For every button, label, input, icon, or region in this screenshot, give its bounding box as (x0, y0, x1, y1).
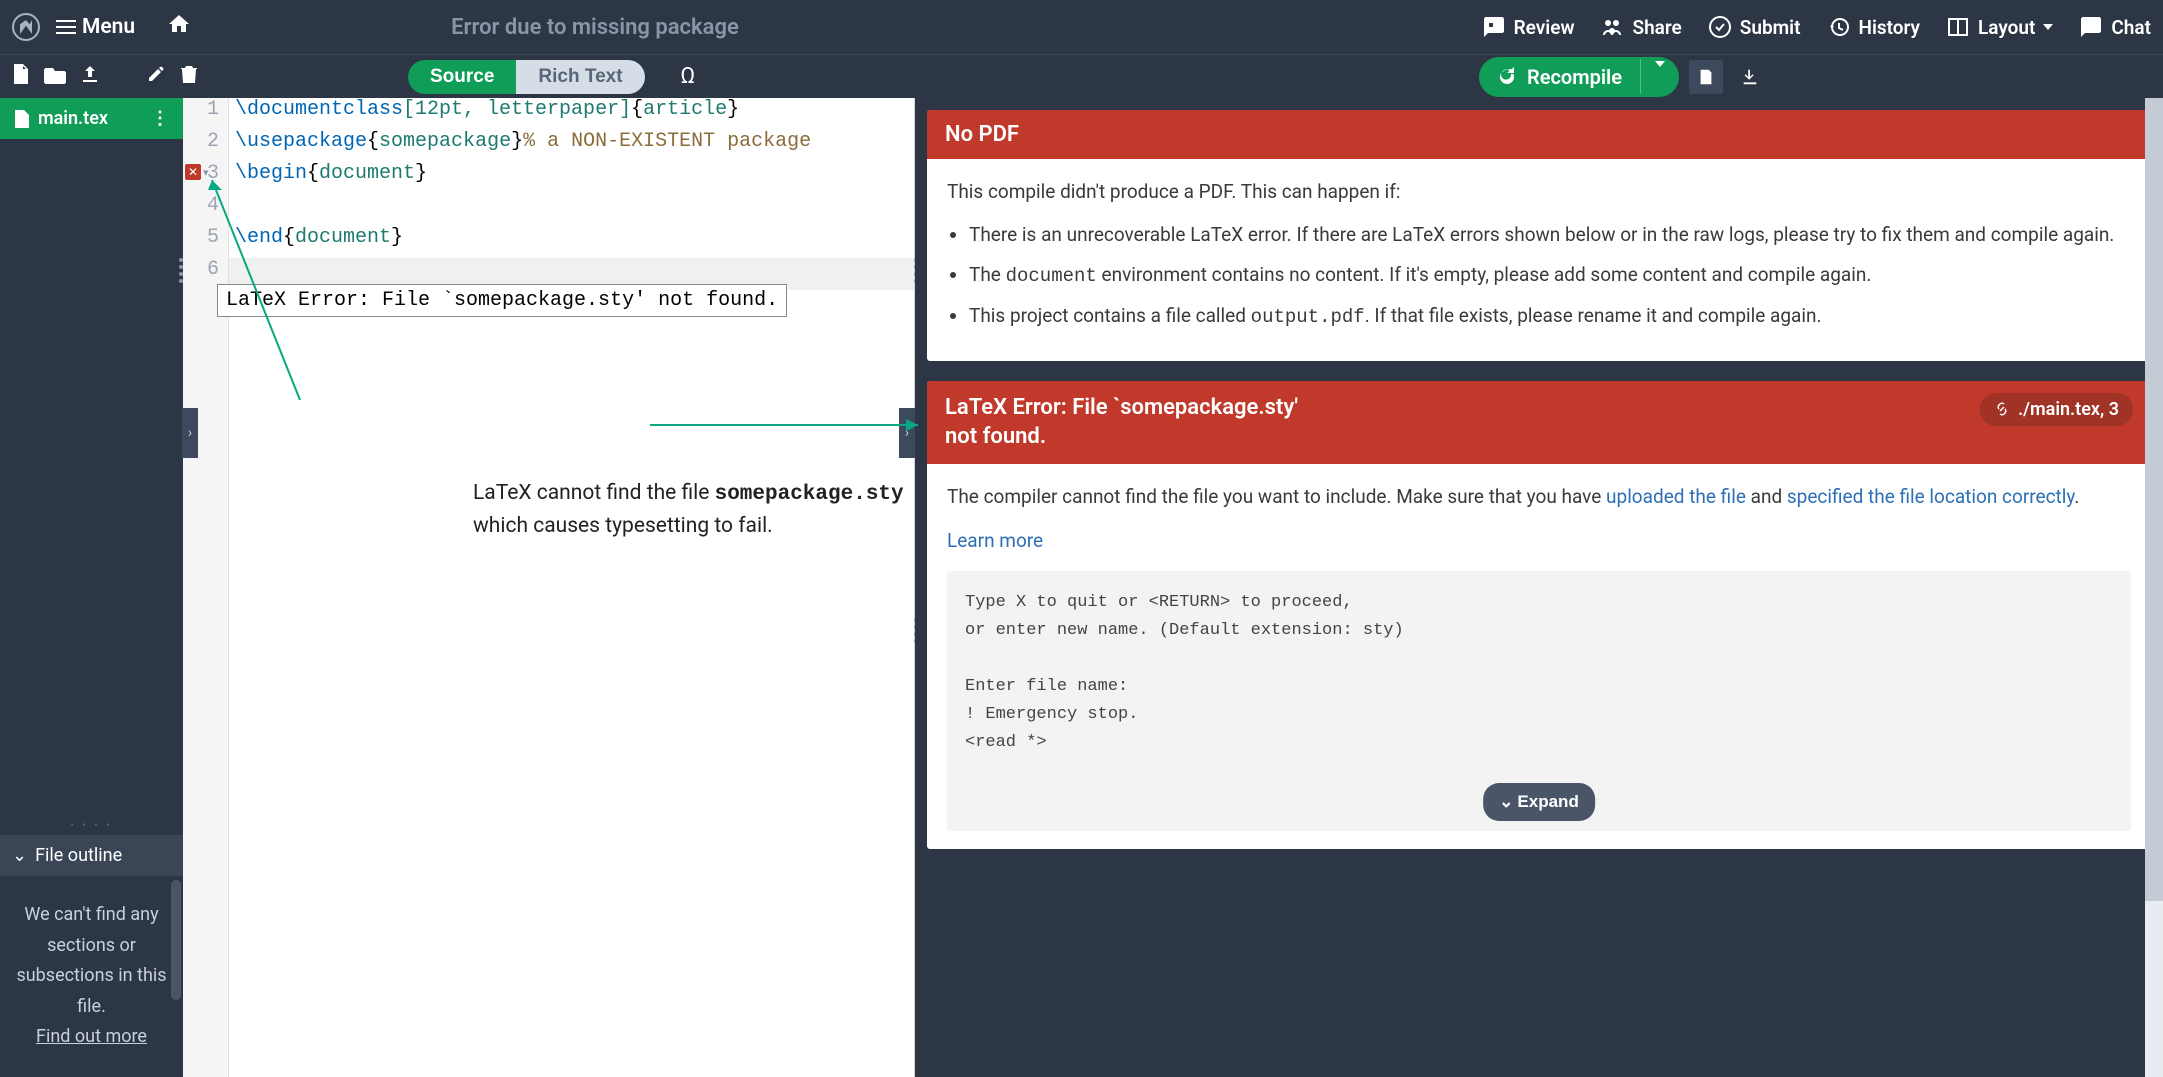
share-button[interactable]: Share (1600, 15, 1681, 39)
file-outline-toggle[interactable]: ⌄ File outline (0, 835, 183, 876)
review-label: Review (1514, 16, 1575, 39)
file-location-link[interactable]: specified the file location correctly (1787, 485, 2075, 508)
no-pdf-reason: This project contains a file called outp… (969, 301, 2131, 332)
history-label: History (1859, 16, 1921, 39)
layout-label: Layout (1978, 16, 2035, 39)
scrollbar-thumb[interactable] (2145, 98, 2163, 901)
code-editor[interactable]: ✕ ▾ 1\documentclass[12pt, letterpaper]{a… (183, 98, 915, 1077)
review-icon (1482, 15, 1506, 39)
chevron-down-icon: ⌄ (12, 845, 27, 866)
no-pdf-title: No PDF (927, 110, 2151, 159)
error-panel: No PDF This compile didn't produce a PDF… (915, 98, 2163, 1077)
delete-icon[interactable] (180, 64, 198, 89)
no-pdf-reason: There is an unrecoverable LaTeX error. I… (969, 220, 2131, 249)
layout-button[interactable]: Layout (1946, 15, 2053, 39)
link-icon (1994, 401, 2010, 417)
rename-icon[interactable] (146, 64, 166, 89)
submit-button[interactable]: Submit (1708, 15, 1801, 39)
line-number: 4 (183, 194, 229, 226)
no-pdf-intro: This compile didn't produce a PDF. This … (947, 177, 2131, 206)
panel-toggle-right[interactable]: › (899, 408, 915, 458)
chevron-down-icon (2043, 24, 2053, 30)
share-label: Share (1632, 16, 1681, 39)
file-name: main.tex (38, 108, 108, 129)
chat-button[interactable]: Chat (2079, 15, 2151, 39)
toolbar: Source Rich Text Ω Recompile (0, 54, 2163, 98)
line-number: 5 (183, 226, 229, 258)
error-title: LaTeX Error: File `somepackage.sty' not … (945, 393, 1325, 452)
outline-learn-more-link[interactable]: Find out more (36, 1026, 147, 1047)
menu-label: Menu (82, 15, 135, 39)
review-button[interactable]: Review (1482, 15, 1575, 39)
no-pdf-reason: The document environment contains no con… (969, 260, 2131, 291)
outline-title: File outline (35, 845, 122, 866)
new-folder-icon[interactable] (44, 65, 66, 89)
outline-empty-text: We can't find any sections or subsection… (16, 904, 166, 1017)
file-tab-main[interactable]: main.tex ⋮ (0, 98, 183, 139)
learn-more-link[interactable]: Learn more (947, 529, 1043, 552)
chevron-down-icon (1655, 61, 1665, 86)
latex-error-card: LaTeX Error: File `somepackage.sty' not … (927, 381, 2151, 850)
recompile-dropdown[interactable] (1640, 59, 1679, 94)
refresh-icon (1497, 67, 1517, 87)
upload-icon[interactable] (80, 64, 100, 89)
overleaf-logo[interactable] (12, 13, 40, 41)
chat-icon (2079, 15, 2103, 39)
share-icon (1600, 15, 1624, 39)
fold-icon[interactable]: ▾ (203, 166, 209, 179)
line-number: 1 (183, 98, 229, 130)
line-number: 2 (183, 130, 229, 162)
submit-icon (1708, 15, 1732, 39)
resize-handle[interactable]: • • • • (0, 816, 183, 835)
topbar: Menu Error due to missing package Review… (0, 0, 2163, 54)
history-button[interactable]: History (1827, 15, 1921, 39)
download-button[interactable] (1733, 60, 1767, 94)
history-icon (1827, 15, 1851, 39)
chat-label: Chat (2111, 16, 2151, 39)
recompile-label: Recompile (1527, 65, 1622, 89)
layout-icon (1946, 15, 1970, 39)
recompile-button[interactable]: Recompile (1479, 57, 1640, 97)
error-tooltip: LaTeX Error: File `somepackage.sty' not … (217, 284, 787, 317)
richtext-tab[interactable]: Rich Text (516, 60, 644, 94)
file-tree-sidebar: main.tex ⋮ • • • • ⌄ File outline We can… (0, 98, 183, 1077)
symbol-palette-button[interactable]: Ω (681, 64, 696, 89)
expand-button[interactable]: ⌄Expand (1483, 783, 1595, 821)
home-icon[interactable] (167, 12, 191, 42)
scrollbar[interactable] (2145, 98, 2163, 1077)
no-pdf-card: No PDF This compile didn't produce a PDF… (927, 110, 2151, 361)
menu-button[interactable]: Menu (56, 15, 135, 39)
source-tab[interactable]: Source (408, 60, 516, 94)
error-location-link[interactable]: ./main.tex, 3 (1980, 393, 2133, 426)
file-menu-icon[interactable]: ⋮ (151, 108, 169, 129)
error-marker-icon[interactable]: ✕ (185, 164, 201, 180)
annotation: LaTeX cannot find the file somepackage.s… (473, 478, 904, 542)
chevron-down-icon: ⌄ (1499, 788, 1513, 816)
project-title: Error due to missing package (451, 15, 739, 40)
uploaded-file-link[interactable]: uploaded the file (1606, 485, 1746, 508)
new-file-icon[interactable] (12, 64, 30, 89)
error-description: The compiler cannot find the file you wa… (947, 482, 2131, 511)
scrollbar-thumb[interactable] (171, 880, 181, 1000)
logs-button[interactable] (1689, 60, 1723, 94)
hamburger-icon (56, 20, 76, 34)
recompile-button-group: Recompile (1479, 57, 1679, 97)
editor-mode-toggle: Source Rich Text (408, 60, 645, 94)
file-icon (14, 110, 30, 128)
outline-body: We can't find any sections or subsection… (0, 876, 183, 1077)
submit-label: Submit (1740, 16, 1801, 39)
raw-log: Type X to quit or <RETURN> to proceed, o… (947, 571, 2131, 831)
panel-toggle-left[interactable]: › (182, 408, 198, 458)
